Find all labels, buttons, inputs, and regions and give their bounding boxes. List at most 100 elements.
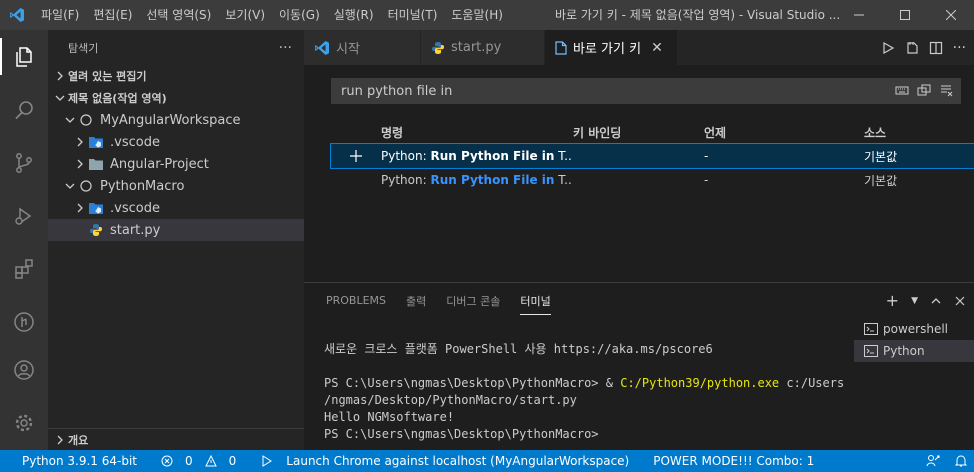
- root-folder-icon: [78, 178, 94, 194]
- run-debug-activity-button[interactable]: [0, 189, 48, 242]
- tree-item-label: .vscode: [110, 200, 160, 216]
- keyboard-icon[interactable]: [895, 83, 909, 97]
- clear-search-icon[interactable]: [939, 83, 953, 97]
- outline-section[interactable]: 개요: [48, 428, 304, 450]
- workspace-label: 제목 없음(작업 영역): [68, 92, 167, 105]
- tree-item-label: Angular-Project: [110, 156, 209, 172]
- minimize-icon: [854, 14, 864, 16]
- table-row[interactable]: Python: Run Python File in T... - 기본값: [330, 143, 974, 169]
- extensions-icon: [15, 258, 33, 279]
- terminal-item-powershell[interactable]: powershell: [854, 318, 974, 340]
- menu-selection[interactable]: 선택 영역(S): [139, 0, 218, 30]
- remote-activity-button[interactable]: [0, 295, 48, 348]
- chevron-down-icon: [52, 93, 68, 103]
- tree-item-label: start.py: [110, 222, 161, 238]
- root-folder-icon: [78, 112, 94, 128]
- window-title: 바로 가기 키 - 제목 없음(작업 영역) - Visual Studio .…: [555, 8, 841, 22]
- python-interpreter-status[interactable]: Python 3.9.1 64-bit: [0, 454, 153, 468]
- header-when: 언제: [704, 125, 727, 140]
- keybindings-search-input[interactable]: [341, 83, 861, 99]
- menu-help[interactable]: 도움말(H): [444, 0, 510, 30]
- header-source: 소스: [864, 125, 887, 140]
- terminal-icon: [864, 323, 878, 335]
- terminal-output[interactable]: 새로운 크로스 플랫폼 PowerShell 사용 https://aka.ms…: [324, 341, 844, 443]
- tree-item-myangularworkspace[interactable]: MyAngularWorkspace: [48, 109, 304, 131]
- tab-keyboard-shortcuts[interactable]: 바로 가기 키 ✕: [545, 30, 678, 65]
- when-cell: -: [704, 173, 709, 187]
- close-window-button[interactable]: [928, 0, 974, 30]
- tab-start-py[interactable]: start.py: [421, 30, 545, 65]
- tab-output[interactable]: 출력: [406, 283, 426, 318]
- search-activity-button[interactable]: [0, 83, 48, 136]
- notifications-bell-icon[interactable]: [954, 454, 968, 468]
- tree-item-pythonmacro[interactable]: PythonMacro: [48, 175, 304, 197]
- maximize-panel-icon[interactable]: [930, 295, 942, 307]
- explorer-activity-button[interactable]: [0, 30, 48, 83]
- vscode-logo-icon: [0, 0, 34, 30]
- terminal-args: c:/Users: [779, 376, 845, 390]
- tab-problems[interactable]: PROBLEMS: [326, 283, 386, 318]
- source-control-activity-button[interactable]: [0, 136, 48, 189]
- close-panel-icon[interactable]: [954, 295, 966, 307]
- tree-item-vscode[interactable]: .vscode: [48, 197, 304, 219]
- python-file-icon: [88, 222, 104, 238]
- more-actions-icon[interactable]: ···: [953, 40, 966, 56]
- tree-item-angular-project[interactable]: Angular-Project: [48, 153, 304, 175]
- run-icon[interactable]: [881, 41, 895, 55]
- chevron-right-icon: [72, 137, 88, 147]
- chevron-down-icon[interactable]: ▼: [911, 296, 918, 306]
- command-cell: Python: Run Python File in T...: [381, 173, 573, 187]
- explorer-header: 탐색기 ···: [48, 30, 304, 65]
- tree-item-start-py[interactable]: start.py: [48, 219, 304, 241]
- command-prefix: Python:: [381, 149, 431, 163]
- open-json-icon[interactable]: [905, 41, 919, 55]
- sort-by-precedence-icon[interactable]: [917, 83, 931, 97]
- menu-view[interactable]: 보기(V): [218, 0, 272, 30]
- feedback-icon[interactable]: [926, 454, 940, 468]
- terminal-exe-path: C:/Python39/python.exe: [620, 376, 780, 390]
- extensions-activity-button[interactable]: [0, 242, 48, 295]
- power-mode-status[interactable]: POWER MODE!!! Combo: 1: [645, 454, 822, 468]
- menu-file[interactable]: 파일(F): [34, 0, 86, 30]
- new-terminal-icon[interactable]: +: [886, 291, 899, 310]
- menu-run[interactable]: 실행(R): [327, 0, 381, 30]
- launch-config-status[interactable]: Launch Chrome against localhost (MyAngul…: [252, 454, 645, 468]
- open-editors-section[interactable]: 열려 있는 편집기: [48, 65, 304, 87]
- accounts-activity-button[interactable]: [0, 343, 48, 396]
- menu-go[interactable]: 이동(G): [272, 0, 327, 30]
- menu-bar: 파일(F) 편집(E) 선택 영역(S) 보기(V) 이동(G) 실행(R) 터…: [34, 0, 510, 30]
- add-keybinding-button[interactable]: [331, 150, 381, 162]
- chevron-right-icon: [52, 71, 68, 81]
- problems-status[interactable]: 0 0: [153, 454, 252, 468]
- tree-item-label: MyAngularWorkspace: [100, 112, 241, 128]
- terminal-item-label: powershell: [883, 322, 948, 336]
- terminal-item-python[interactable]: Python: [854, 340, 974, 362]
- vscode-folder-icon: [88, 200, 104, 216]
- workspace-section[interactable]: 제목 없음(작업 영역): [48, 87, 304, 109]
- open-editors-label: 열려 있는 편집기: [68, 70, 147, 83]
- keybindings-search-box: [331, 78, 961, 104]
- gear-icon: [15, 414, 33, 431]
- manage-activity-button[interactable]: [0, 396, 48, 449]
- table-row[interactable]: Python: Run Python File in T... - 기본값: [331, 168, 974, 192]
- terminal-icon: [864, 345, 878, 357]
- vscode-folder-icon: [88, 134, 104, 150]
- plus-icon: [350, 150, 362, 162]
- minimize-button[interactable]: [836, 0, 882, 30]
- tree-item-vscode[interactable]: .vscode: [48, 131, 304, 153]
- folder-icon: [88, 156, 104, 172]
- more-actions-button[interactable]: ···: [279, 40, 292, 56]
- maximize-button[interactable]: [882, 0, 928, 30]
- menu-edit[interactable]: 편집(E): [86, 0, 139, 30]
- tab-terminal[interactable]: 터미널: [520, 283, 552, 318]
- outline-label: 개요: [68, 433, 89, 447]
- terminal-line: 새로운 크로스 플랫폼 PowerShell 사용 https://aka.ms…: [324, 342, 713, 356]
- split-editor-icon[interactable]: [929, 41, 943, 55]
- warning-count: 0: [228, 454, 237, 468]
- close-tab-icon[interactable]: ✕: [651, 40, 663, 56]
- tab-welcome[interactable]: 시작: [304, 30, 421, 65]
- tab-debug-console[interactable]: 디버그 콘솔: [446, 283, 500, 318]
- menu-terminal[interactable]: 터미널(T): [381, 0, 445, 30]
- python-file-icon: [431, 41, 445, 55]
